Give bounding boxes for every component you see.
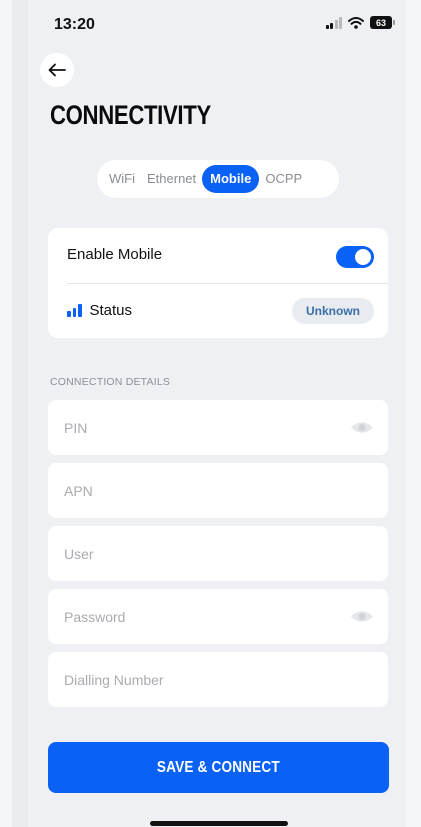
user-field-container	[48, 526, 388, 581]
apn-field-container	[48, 463, 388, 518]
password-input[interactable]	[48, 589, 388, 644]
section-label-connection-details: CONNECTION DETAILS	[50, 376, 171, 388]
right-edge	[406, 0, 421, 827]
status-label: Status	[89, 302, 133, 319]
page-title: CONNECTIVITY	[50, 100, 211, 130]
signal-bars-icon	[67, 304, 82, 317]
enable-mobile-toggle[interactable]	[336, 246, 374, 268]
toggle-knob	[355, 249, 371, 265]
connectivity-tabs: WiFi Ethernet Mobile OCPP	[97, 160, 339, 198]
save-and-connect-label: SAVE & CONNECT	[156, 758, 281, 776]
eye-icon[interactable]	[350, 420, 374, 435]
mobile-settings-card: Enable Mobile Status Unknown	[48, 228, 388, 338]
battery-icon: 63	[370, 16, 395, 29]
wifi-icon	[348, 16, 364, 29]
phone-screen: 13:20 63 CONNECTIVITY WiFi Ethernet Mobi…	[28, 0, 406, 827]
tab-wifi[interactable]: WiFi	[103, 165, 141, 193]
password-field-container	[48, 589, 388, 644]
back-button[interactable]	[40, 53, 74, 87]
status-badge: Unknown	[292, 298, 374, 324]
status-row: Status	[67, 302, 132, 319]
status-bar-time: 13:20	[54, 16, 95, 33]
user-input[interactable]	[48, 526, 388, 581]
home-indicator	[150, 821, 288, 826]
save-and-connect-button[interactable]: SAVE & CONNECT	[48, 742, 389, 793]
pin-field-container	[48, 400, 388, 455]
apn-input[interactable]	[48, 463, 388, 518]
cellular-signal-icon	[325, 16, 342, 29]
status-bar-icons: 63	[325, 16, 395, 29]
pin-input[interactable]	[48, 400, 388, 455]
enable-mobile-label: Enable Mobile	[67, 246, 163, 263]
back-arrow-icon	[48, 63, 66, 77]
tab-ocpp[interactable]: OCPP	[259, 165, 308, 193]
left-edge	[0, 0, 12, 827]
dialling-number-field-container	[48, 652, 388, 707]
card-divider	[67, 283, 388, 284]
tab-mobile[interactable]: Mobile	[202, 165, 260, 193]
eye-icon[interactable]	[350, 609, 374, 624]
dialling-number-input[interactable]	[48, 652, 388, 707]
tab-ethernet[interactable]: Ethernet	[141, 165, 202, 193]
